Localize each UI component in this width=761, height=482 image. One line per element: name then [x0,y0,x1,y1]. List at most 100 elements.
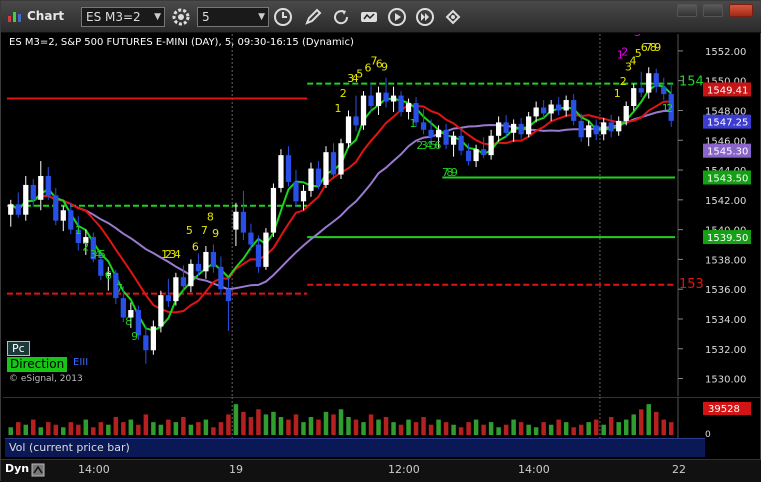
gear-icon[interactable] [171,7,191,27]
y-tick-label: 1530.00 [705,375,746,386]
candle-body [195,263,202,272]
volume-bar [256,409,261,435]
td-count-label: 7 [201,224,208,237]
volume-bar [38,427,44,435]
direction-label[interactable]: Direction [7,357,68,372]
candle-body [586,125,592,138]
pc-label[interactable]: Pc [7,341,30,356]
volume-bar [241,411,246,435]
volume-bar [113,417,119,435]
candle-body [38,176,44,200]
refresh-icon[interactable] [331,7,351,27]
volume-bar [338,409,344,435]
volume-bar [466,422,471,435]
volume-bar [541,422,546,435]
candle-body [390,95,397,102]
candle-body [398,95,404,112]
candle-body [53,195,59,221]
volume-bar [53,424,59,435]
volume-bar [421,417,426,435]
candle-body [601,122,607,135]
chevron-down-icon[interactable]: ▼ [258,8,265,26]
scale-icon[interactable] [31,463,45,477]
volume-bar [346,417,351,435]
candle-body [188,263,194,287]
forward-icon[interactable] [415,7,435,27]
candle-body [68,210,74,230]
candle-body [45,176,51,196]
time-tick: 12:00 [388,463,420,476]
volume-bar [278,417,284,435]
chart-window: Chart ES M3=2 ▼ 5 ▼ 1 2 3 4 5 6 7 8 9 1 … [0,0,761,482]
link-icon[interactable] [443,7,463,27]
volume-bar [428,424,434,435]
volume-study-label[interactable]: Vol (current price bar) [5,438,705,457]
candle-body [8,204,14,215]
y-tick-label: 1534.00 [705,315,746,326]
candle-body [218,266,224,290]
candle-body [173,277,179,302]
time-tick: 19 [229,463,243,476]
volume-bar [518,422,524,435]
volume-bar [398,424,404,435]
symbol-input[interactable]: ES M3=2 ▼ [81,7,165,27]
candle-body [420,122,427,130]
td-count-label: 9 [381,60,388,73]
volume-bar [181,417,186,435]
volume-bar [376,419,381,435]
candle-body [165,295,171,302]
candle-body [210,251,217,267]
volume-bar [436,419,441,435]
volume-bar [248,417,254,435]
td-count-label: 2 [340,87,347,100]
y-tick-label: 1532.00 [705,345,746,356]
pencil-icon[interactable] [303,7,323,27]
time-axis[interactable]: Dyn 14:00 19 12:00 14:00 22 [1,459,761,482]
chevron-down-icon[interactable]: ▼ [154,8,161,26]
time-tick: 14:00 [78,463,110,476]
td-count-label: 6 [192,240,199,253]
volume-bar [473,419,479,435]
volume-bar [91,427,96,435]
volume-bar [106,424,111,435]
volume-bar [668,422,674,435]
volume-bar [316,419,321,435]
price-tag-label: 1543.50 [707,173,748,184]
candle-body [443,129,449,145]
minimize-button[interactable] [677,4,697,17]
candle-body [563,100,569,111]
volume-bar [646,404,651,435]
td-count-label: 1 [334,102,341,115]
price-tag-label: 1549.41 [707,85,748,96]
volume-bar [188,424,194,435]
volume-bar [458,427,464,435]
clock-icon[interactable] [273,7,293,27]
volume-bar [226,414,231,435]
play-icon[interactable] [387,7,407,27]
td-count-label: 7 [116,282,123,295]
maximize-button[interactable] [703,4,723,17]
volume-bar [8,427,14,435]
volume-bar [263,414,269,435]
price-chart[interactable]: 12345678912345678912345 67691234567891234… [3,34,760,396]
td-count-label: 1 [614,87,621,100]
interval-input[interactable]: 5 ▼ [197,7,269,27]
indicator-icon[interactable] [359,7,379,27]
candle-body [203,251,209,272]
candle-body [360,95,367,126]
td-count-label: 2 [82,240,89,253]
volume-bar [308,417,314,435]
y-tick-label: 1536.00 [705,285,746,296]
y-tick-label: 1538.00 [705,255,746,266]
candle-body [338,143,344,175]
td-count-label: 4 [174,248,181,261]
volume-bar [83,419,89,435]
volume-bar [68,422,74,435]
volume-bar [173,422,179,435]
td-count-label: 1 [410,117,417,130]
close-button[interactable] [729,4,753,17]
volume-bar [76,424,81,435]
dyn-button[interactable]: Dyn [5,462,29,475]
volume-bar [383,417,389,435]
candle-body [495,122,502,136]
